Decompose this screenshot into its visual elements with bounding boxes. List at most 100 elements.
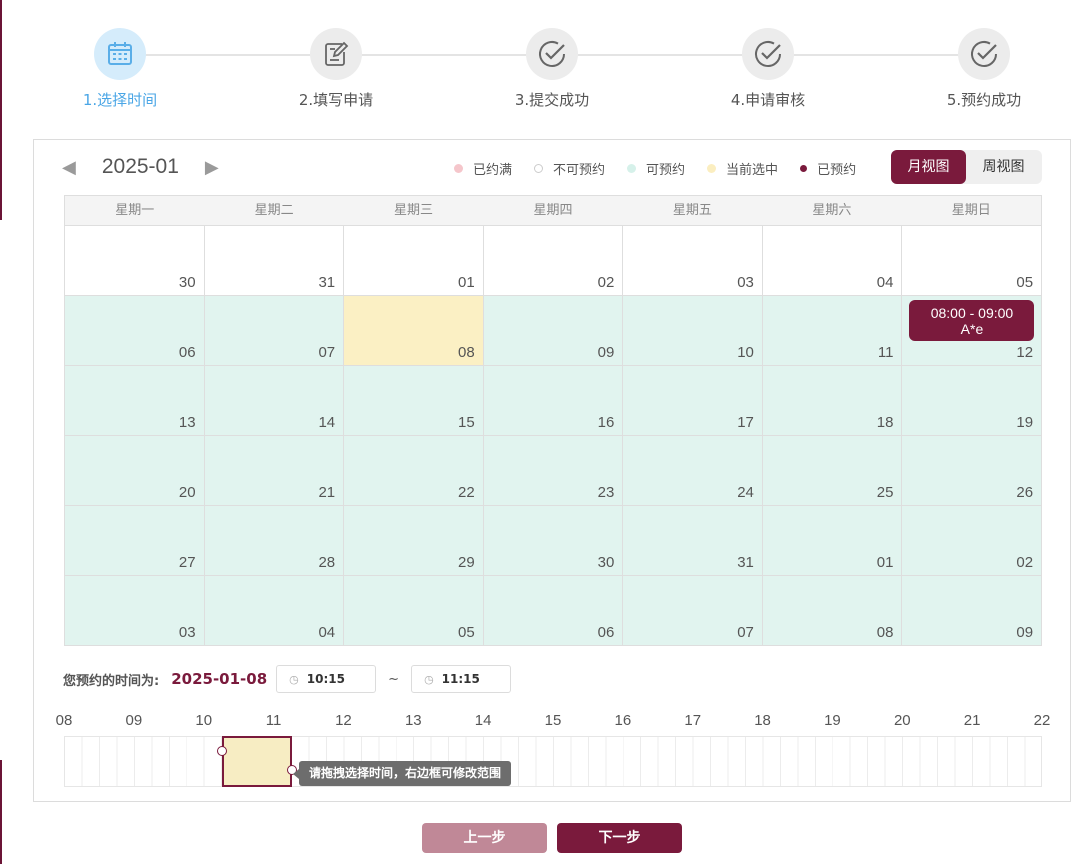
next-month-button[interactable]: ▶ [205, 157, 219, 178]
weekday-label: 星期四 [533, 203, 573, 218]
calendar-day[interactable]: 20 [65, 436, 205, 506]
calendar-day[interactable]: 13 [65, 366, 205, 436]
view-toggle: 月视图 周视图 [891, 150, 1042, 184]
calendar-day[interactable]: 01 [344, 226, 484, 296]
calendar-day[interactable]: 17 [623, 366, 763, 436]
calendar-day[interactable]: 08 [344, 296, 484, 366]
weekday-header: 星期一 星期二 星期三 星期四 星期五 星期六 星期日 [64, 195, 1042, 226]
booked-event[interactable]: 08:00 - 09:00 A*e [909, 300, 1035, 341]
day-number: 28 [318, 554, 336, 571]
day-number: 02 [1016, 554, 1034, 571]
calendar-day[interactable]: 23 [483, 436, 624, 506]
progress-steps: 1.选择时间 2.填写申请 3.提交成功 4.申请审核 5.预约成功 [0, 0, 1091, 130]
calendar-week: 27 28 29 30 31 01 02 [65, 506, 1043, 576]
hour-tick-label: 21 [963, 712, 981, 729]
calendar-day[interactable]: 14 [204, 366, 345, 436]
calendar-day[interactable]: 07 [623, 576, 763, 646]
day-number: 06 [178, 344, 196, 361]
hour-tick-label: 11 [265, 712, 282, 729]
legend-dot [800, 165, 808, 172]
day-number: 21 [318, 484, 336, 501]
start-time-input[interactable]: ◷ 10:15 [276, 665, 377, 693]
calendar-day[interactable]: 28 [204, 506, 345, 576]
hour-tick-label: 18 [754, 712, 771, 729]
day-number: 17 [737, 414, 754, 431]
calendar-day[interactable]: 09 [902, 576, 1043, 646]
day-number: 07 [318, 344, 336, 361]
calendar-day[interactable]: 09 [483, 296, 624, 366]
calendar-day[interactable]: 10 [623, 296, 763, 366]
calendar-day[interactable]: 07 [204, 296, 345, 366]
check-circle-icon [742, 28, 794, 80]
day-number: 23 [597, 484, 615, 501]
calendar-day[interactable]: 31 [623, 506, 763, 576]
step-label: 1.选择时间 [82, 91, 158, 109]
calendar-day[interactable]: 03 [623, 226, 763, 296]
step-label: 5.预约成功 [946, 91, 1022, 109]
calendar-day[interactable]: 02 [483, 226, 624, 296]
hour-scale: 08 09 10 11 12 13 14 15 16 17 18 19 20 21 22 [34, 712, 1072, 732]
selected-time-range[interactable] [222, 736, 293, 787]
calendar-day[interactable]: 05 [344, 576, 484, 646]
calendar-day[interactable]: 04 [762, 226, 903, 296]
day-number: 09 [1016, 624, 1034, 641]
calendar-day[interactable]: 08:00 - 09:00 A*e 12 [902, 296, 1043, 366]
calendar-day[interactable]: 21 [204, 436, 345, 506]
calendar-day[interactable]: 04 [204, 576, 345, 646]
legend-label: 当前选中 [726, 163, 779, 178]
calendar-week: 20 21 22 23 24 25 26 [65, 436, 1043, 506]
step-submit-success: 3.提交成功 [482, 28, 622, 110]
calendar-day[interactable]: 24 [623, 436, 763, 506]
calendar-day[interactable]: 01 [762, 506, 903, 576]
day-number: 11 [877, 344, 894, 361]
calendar-week: 03 04 05 06 07 08 09 [65, 576, 1043, 646]
event-title: A*e [960, 321, 984, 337]
calendar-day[interactable]: 22 [344, 436, 484, 506]
start-time-value: 10:15 [306, 672, 345, 686]
prev-step-button[interactable]: 上一步 [422, 823, 547, 853]
hour-tick-label: 16 [614, 712, 632, 729]
calendar-day[interactable]: 27 [65, 506, 205, 576]
hour-tick-label: 22 [1033, 712, 1051, 729]
hour-tick-label: 15 [544, 712, 562, 729]
calendar-day[interactable]: 06 [65, 296, 205, 366]
month-view-button[interactable]: 月视图 [891, 150, 966, 184]
calendar-day[interactable]: 08 [762, 576, 903, 646]
calendar-day[interactable]: 30 [65, 226, 205, 296]
time-range-track[interactable]: 请拖拽选择时间，右边框可修改范围 [64, 736, 1042, 787]
calendar-day[interactable]: 18 [762, 366, 903, 436]
calendar-day[interactable]: 11 [762, 296, 903, 366]
legend-dot [627, 164, 637, 173]
prev-month-button[interactable]: ◀ [62, 157, 76, 178]
calendar-day[interactable]: 02 [902, 506, 1043, 576]
calendar-day[interactable]: 30 [483, 506, 624, 576]
calendar-day[interactable]: 25 [762, 436, 903, 506]
calendar-day[interactable]: 26 [902, 436, 1043, 506]
calendar-day[interactable]: 19 [902, 366, 1043, 436]
legend-item-available: 可预约 [627, 159, 685, 178]
legend-item-selected: 当前选中 [707, 159, 778, 178]
day-number: 27 [178, 554, 196, 571]
next-step-button[interactable]: 下一步 [557, 823, 682, 853]
calendar-day[interactable]: 06 [483, 576, 624, 646]
calendar-day[interactable]: 29 [344, 506, 484, 576]
calendar-day[interactable]: 31 [204, 226, 345, 296]
week-view-button[interactable]: 周视图 [966, 150, 1041, 184]
calendar-day[interactable]: 05 [902, 226, 1043, 296]
clock-icon: ◷ [289, 672, 299, 686]
legend-item-unavailable: 不可预约 [534, 159, 605, 178]
hour-tick-label: 09 [125, 712, 143, 729]
end-time-input[interactable]: ◷ 11:15 [411, 665, 512, 693]
calendar-day[interactable]: 03 [65, 576, 205, 646]
calendar-day[interactable]: 15 [344, 366, 484, 436]
step-review: 4.申请审核 [698, 28, 838, 110]
calendar-day[interactable]: 16 [483, 366, 624, 436]
weekday-label: 星期一 [115, 203, 155, 218]
legend-item-full: 已约满 [454, 159, 512, 178]
day-number: 08 [876, 624, 894, 641]
calendar-legend: 已约满 不可预约 可预约 当前选中 已预约 [454, 159, 878, 178]
booking-panel: ◀ 2025-01 ▶ 已约满 不可预约 可预约 当前选中 已预约 月视图 周视… [33, 139, 1071, 802]
selected-time-label: 您预约的时间为: [63, 673, 160, 689]
day-number: 05 [1016, 274, 1034, 291]
hour-tick-label: 10 [195, 712, 213, 729]
